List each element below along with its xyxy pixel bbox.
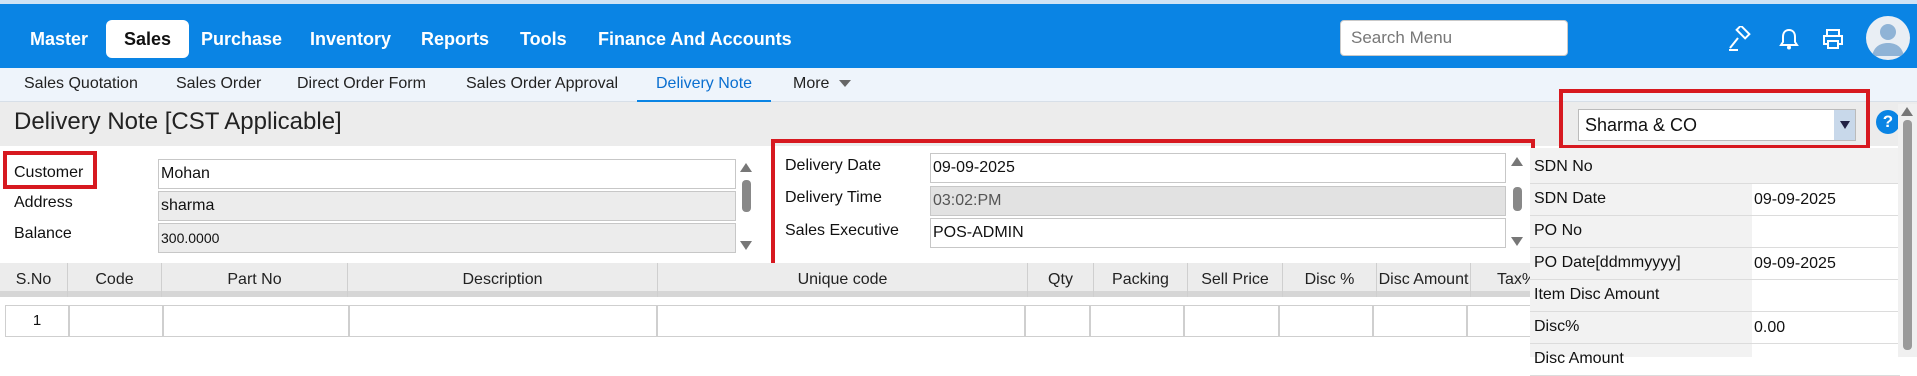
- item-grid-header: S.No Code Part No Description Unique cod…: [0, 263, 1532, 297]
- bell-icon[interactable]: [1772, 22, 1806, 56]
- sdn-no-label: SDN No: [1534, 158, 1593, 175]
- cell-code[interactable]: [69, 305, 163, 337]
- cell-qty[interactable]: [1025, 305, 1090, 337]
- customer-input[interactable]: Mohan: [158, 159, 736, 189]
- po-no-label: PO No: [1534, 222, 1583, 239]
- menu-tools[interactable]: Tools: [502, 20, 585, 58]
- column-header-tax[interactable]: Tax%: [1471, 263, 1532, 297]
- summary-row-sdn-no: SDN No: [1530, 152, 1900, 184]
- disc-percent-label: Disc%: [1534, 318, 1580, 335]
- cell-unique-code[interactable]: [657, 305, 1025, 337]
- customer-scrollbar-thumb[interactable]: [742, 180, 751, 212]
- balance-label: Balance: [14, 225, 72, 242]
- top-menu-bar: Master Sales Purchase Inventory Reports …: [0, 0, 1917, 68]
- user-avatar-icon[interactable]: [1866, 16, 1910, 60]
- sdn-date-value[interactable]: 09-09-2025: [1752, 184, 1900, 215]
- summary-row-po-no: PO No: [1530, 216, 1900, 248]
- column-header-packing[interactable]: Packing: [1094, 263, 1188, 297]
- disc-amount-label: Disc Amount: [1534, 350, 1624, 367]
- po-date-value[interactable]: 09-09-2025: [1752, 248, 1900, 279]
- scroll-up-icon[interactable]: [740, 163, 752, 172]
- column-header-sno[interactable]: S.No: [0, 263, 68, 297]
- page-title: Delivery Note [CST Applicable]: [14, 108, 342, 135]
- tab-direct-order-form[interactable]: Direct Order Form: [297, 68, 426, 102]
- column-header-qty[interactable]: Qty: [1028, 263, 1094, 297]
- balance-field: 300.0000: [158, 223, 736, 253]
- printer-icon[interactable]: [1816, 22, 1850, 56]
- disc-percent-value[interactable]: 0.00: [1752, 312, 1900, 343]
- right-scrollbar-thumb[interactable]: [1903, 120, 1912, 350]
- column-header-unique-code[interactable]: Unique code: [658, 263, 1028, 297]
- cell-packing[interactable]: [1090, 305, 1184, 337]
- help-icon[interactable]: ?: [1876, 110, 1900, 134]
- summary-row-po-date: PO Date[ddmmyyyy] 09-09-2025: [1530, 248, 1900, 280]
- cell-part-no[interactable]: [163, 305, 349, 337]
- column-header-description[interactable]: Description: [348, 263, 658, 297]
- right-panel-scrollbar[interactable]: [1898, 104, 1917, 357]
- menu-master[interactable]: Master: [12, 20, 106, 58]
- cell-tax[interactable]: [1467, 305, 1532, 337]
- tab-sales-order-approval[interactable]: Sales Order Approval: [466, 68, 618, 102]
- tab-sales-quotation[interactable]: Sales Quotation: [24, 68, 138, 102]
- summary-row-sdn-date: SDN Date 09-09-2025: [1530, 184, 1900, 216]
- summary-row-disc-amount: Disc Amount: [1530, 344, 1900, 376]
- item-disc-amount-value[interactable]: [1752, 280, 1900, 311]
- tab-more-label: More: [793, 75, 830, 92]
- scroll-down-icon[interactable]: [740, 241, 752, 250]
- tab-more[interactable]: More: [793, 68, 851, 102]
- scroll-up-icon[interactable]: [1901, 107, 1913, 116]
- sdn-date-label: SDN Date: [1534, 190, 1607, 207]
- address-field: sharma: [158, 191, 736, 221]
- menu-reports[interactable]: Reports: [403, 20, 507, 58]
- menu-inventory[interactable]: Inventory: [292, 20, 409, 58]
- address-label: Address: [14, 194, 73, 211]
- chevron-down-icon: [838, 80, 851, 88]
- highlight-box-customer: [3, 151, 97, 189]
- po-date-label: PO Date[ddmmyyyy]: [1534, 254, 1681, 271]
- column-header-disc-amount[interactable]: Disc Amount: [1377, 263, 1471, 297]
- column-header-sell-price[interactable]: Sell Price: [1188, 263, 1283, 297]
- cell-sno[interactable]: 1: [5, 305, 69, 337]
- menu-sales[interactable]: Sales: [106, 20, 190, 58]
- item-disc-amount-label: Item Disc Amount: [1534, 286, 1660, 303]
- column-header-part-no[interactable]: Part No: [162, 263, 348, 297]
- tab-delivery-note[interactable]: Delivery Note: [637, 68, 772, 102]
- summary-panel: SDN No SDN Date 09-09-2025 PO No PO Date…: [1530, 148, 1900, 376]
- cell-disc-percent[interactable]: [1279, 305, 1373, 337]
- disc-amount-value[interactable]: [1752, 344, 1900, 375]
- cell-sell-price[interactable]: [1184, 305, 1279, 337]
- summary-row-disc-percent: Disc% 0.00: [1530, 312, 1900, 344]
- column-header-code[interactable]: Code: [68, 263, 162, 297]
- search-menu-input[interactable]: [1340, 20, 1568, 56]
- column-header-disc-percent[interactable]: Disc %: [1283, 263, 1377, 297]
- cell-description[interactable]: [349, 305, 657, 337]
- sdn-no-value[interactable]: [1752, 152, 1900, 183]
- menu-purchase[interactable]: Purchase: [183, 20, 300, 58]
- menu-finance-and-accounts[interactable]: Finance And Accounts: [580, 20, 810, 58]
- po-no-value[interactable]: [1752, 216, 1900, 247]
- highlight-box-company: [1559, 89, 1870, 149]
- tab-sales-order[interactable]: Sales Order: [176, 68, 261, 102]
- highlight-box-delivery: [771, 139, 1535, 272]
- summary-row-item-disc-amount: Item Disc Amount: [1530, 280, 1900, 312]
- cell-disc-amount[interactable]: [1373, 305, 1467, 337]
- hammer-icon[interactable]: [1722, 22, 1756, 56]
